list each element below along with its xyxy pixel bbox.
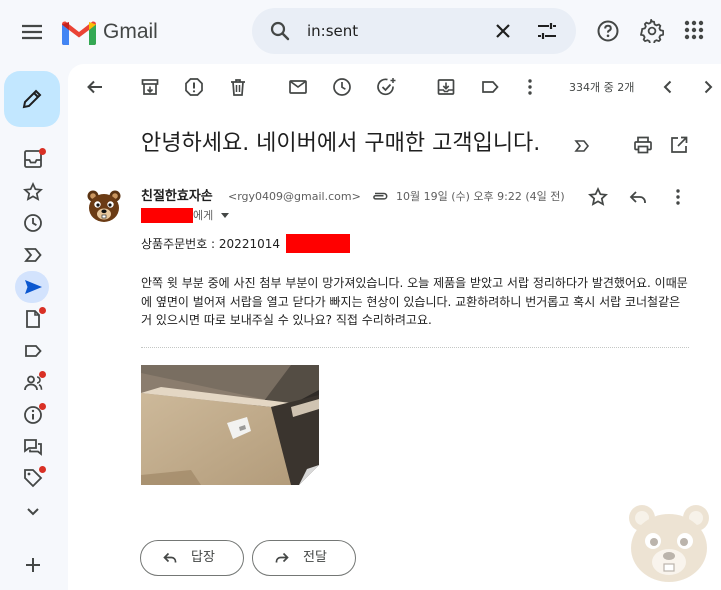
settings-gear-icon[interactable] — [640, 19, 664, 43]
labels-icon[interactable] — [479, 76, 501, 98]
reply-button[interactable]: 답장 — [140, 540, 244, 576]
snoozed-clock-icon[interactable] — [22, 212, 44, 234]
notification-badge — [39, 371, 46, 378]
sender-avatar[interactable] — [86, 188, 122, 224]
notification-badge — [39, 466, 46, 473]
archive-icon[interactable] — [139, 76, 161, 98]
starred-icon[interactable] — [22, 181, 44, 203]
forums-icon[interactable] — [22, 436, 44, 458]
attachment-paperclip-icon — [370, 188, 390, 204]
more-chevron-down-icon[interactable] — [22, 500, 44, 522]
gmail-logo-icon[interactable] — [60, 18, 98, 46]
bear-mascot-watermark — [620, 500, 718, 586]
show-details-caret-icon[interactable] — [221, 213, 229, 218]
sent-icon[interactable] — [22, 276, 44, 298]
gmail-logo-text[interactable]: Gmail — [103, 18, 158, 46]
search-icon[interactable] — [268, 19, 292, 43]
help-icon[interactable] — [596, 19, 620, 43]
email-body-text: 안쪽 윗 부분 중에 사진 첨부 부분이 망가져있습니다. 오늘 제품을 받았고… — [141, 276, 688, 327]
label-icon[interactable] — [22, 340, 44, 362]
notification-badge — [39, 307, 46, 314]
pagination-count: 334개 중 2개 — [569, 81, 635, 94]
sender-email: <rgy0409@gmail.com> — [228, 190, 361, 203]
apps-grid-icon[interactable] — [683, 19, 705, 41]
email-date: 10월 19일 (수) 오후 9:22 (4일 전) — [396, 190, 565, 203]
forward-button[interactable]: 전달 — [252, 540, 356, 576]
recipient-suffix: 에게 — [193, 209, 214, 222]
forward-button-label: 전달 — [303, 550, 327, 565]
compose-button[interactable] — [4, 71, 60, 127]
older-chevron-right-icon[interactable] — [697, 76, 719, 98]
delete-trash-icon[interactable] — [227, 76, 249, 98]
more-options-vertical-icon[interactable] — [519, 76, 541, 98]
create-label-plus-icon[interactable] — [22, 554, 44, 576]
importance-marker-icon[interactable] — [573, 137, 591, 155]
mark-unread-mail-icon[interactable] — [287, 76, 309, 98]
important-icon[interactable] — [22, 244, 44, 266]
print-icon[interactable] — [632, 134, 654, 156]
notification-badge — [39, 148, 46, 155]
back-arrow-icon[interactable] — [84, 76, 106, 98]
main-menu-icon[interactable] — [18, 18, 46, 46]
email-subject: 안녕하세요. 네이버에서 구매한 고객입니다. — [141, 131, 541, 156]
reply-icon — [163, 552, 177, 563]
clear-search-icon[interactable] — [491, 19, 515, 43]
attachment-photo-thumbnail[interactable] — [141, 365, 319, 485]
search-bar[interactable] — [252, 8, 576, 54]
notification-badge — [39, 403, 46, 410]
star-icon[interactable] — [587, 186, 609, 208]
message-more-options-icon[interactable] — [667, 186, 689, 208]
open-in-new-window-icon[interactable] — [668, 134, 690, 156]
forward-icon — [275, 552, 289, 563]
add-to-tasks-icon[interactable] — [375, 76, 397, 98]
report-spam-icon[interactable] — [183, 76, 205, 98]
redacted-recipient — [141, 208, 193, 223]
snooze-clock-icon[interactable] — [331, 76, 353, 98]
search-options-icon[interactable] — [535, 19, 559, 43]
redacted-order-number — [286, 234, 350, 253]
reply-arrow-icon[interactable] — [627, 186, 649, 208]
search-input[interactable]: in:sent — [307, 21, 358, 41]
attachment-divider — [141, 347, 689, 348]
order-number-line: 상품주문번호 : 20221014 — [141, 237, 280, 251]
newer-chevron-left-icon[interactable] — [657, 76, 679, 98]
move-to-icon[interactable] — [435, 76, 457, 98]
pencil-icon — [22, 89, 42, 109]
sender-name[interactable]: 친절한효자손 — [141, 188, 213, 206]
reply-button-label: 답장 — [191, 550, 215, 565]
